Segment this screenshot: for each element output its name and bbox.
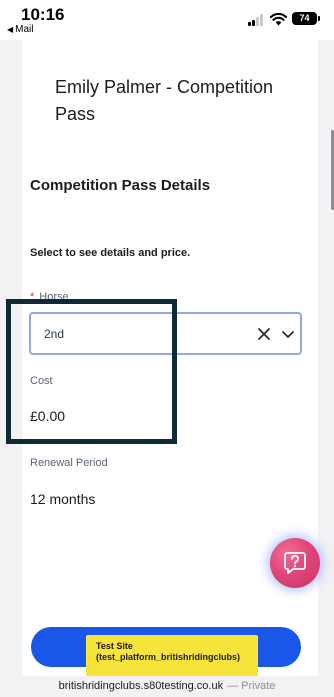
test-site-line2: (test_platform_britishridingclubs) [96, 652, 241, 662]
horse-select[interactable]: 2nd [29, 312, 302, 355]
browser-url-bar[interactable]: britishridingclubs.s80testing.co.uk — Pri… [0, 676, 334, 697]
back-arrow-icon: ◀ [7, 25, 14, 34]
horse-field-label: * Horse [30, 291, 69, 303]
pass-card: Emily Palmer - Competition Pass Competit… [22, 40, 318, 676]
section-title: Competition Pass Details [30, 177, 211, 194]
renewal-period-label: Renewal Period [30, 457, 108, 469]
cost-value: £0.00 [30, 408, 66, 424]
chevron-down-icon[interactable] [281, 328, 295, 340]
cost-label: Cost [30, 375, 53, 387]
help-icon [284, 552, 306, 574]
back-to-mail-link[interactable]: ◀ Mail [7, 24, 34, 35]
test-site-badge: Test Site (test_platform_britishridingcl… [86, 635, 258, 676]
url-domain: britishridingclubs.s80testing.co.uk [58, 680, 224, 692]
horse-label-text: Horse [39, 291, 69, 303]
status-time: 10:16 [21, 5, 65, 24]
renewal-period-value: 12 months [30, 491, 96, 507]
horse-selected-value: 2nd [44, 327, 65, 341]
status-bar: 10:16 ◀ Mail 74 [0, 0, 334, 40]
required-marker: * [30, 291, 35, 303]
back-app-label: Mail [15, 24, 34, 35]
signal-icon [248, 14, 266, 26]
wifi-icon [270, 12, 287, 26]
clear-icon[interactable] [256, 326, 272, 342]
help-button[interactable] [270, 538, 320, 588]
instruction-text: Select to see details and price. [30, 247, 191, 259]
battery-indicator: 74 [292, 12, 320, 25]
pass-title: Emily Palmer - Competition Pass [55, 77, 274, 124]
page-viewport: Emily Palmer - Competition Pass Competit… [0, 40, 334, 676]
private-label: — Private [227, 680, 276, 692]
test-site-line1: Test Site [96, 641, 133, 651]
